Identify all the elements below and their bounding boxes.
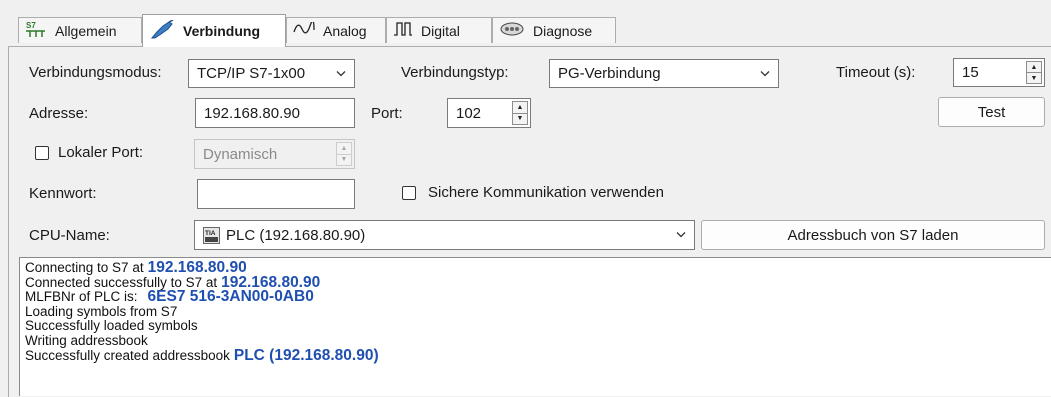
chevron-down-icon [336,70,346,76]
local-port-value: Dynamisch [203,145,278,163]
cpu-name-label: CPU-Name: [29,227,110,244]
tia-portal-icon: TIA [203,226,220,244]
secure-communication-label: Sichere Kommunikation verwenden [428,184,664,201]
diagnose-icon [499,21,525,40]
connection-mode-value: TCP/IP S7-1x00 [197,65,306,82]
spin-down-icon[interactable]: ▼ [513,114,527,125]
cpu-name-select[interactable]: TIA PLC (192.168.80.90) [194,220,695,250]
timeout-spin-buttons[interactable]: ▲ ▼ [1026,61,1042,84]
local-port-spinner[interactable]: Dynamisch ▲ ▼ [194,139,355,169]
secure-communication-checkbox[interactable] [402,186,416,200]
log-line: Connecting to S7 at 192.168.80.90 [25,259,247,276]
connection-type-select[interactable]: PG-Verbindung [549,59,779,88]
local-port-spin-buttons[interactable]: ▲ ▼ [336,142,352,166]
password-label: Kennwort: [29,185,97,202]
test-button[interactable]: Test [938,97,1045,127]
local-port-checkbox[interactable] [35,146,49,160]
tab-digital[interactable]: Digital [386,17,492,43]
chevron-down-icon [676,232,686,238]
port-spinner[interactable]: 102 ▲ ▼ [447,98,531,128]
spin-up-icon[interactable]: ▲ [337,143,351,155]
address-label: Adresse: [29,105,89,122]
port-spin-buttons[interactable]: ▲ ▼ [512,101,528,125]
tab-diagnose[interactable]: Diagnose [492,17,616,43]
connection-mode-label: Verbindungsmodus: [29,64,162,81]
tab-label: Diagnose [533,22,593,39]
analog-wave-icon [293,20,315,39]
timeout-value: 15 [962,64,979,81]
spin-down-icon[interactable]: ▼ [1027,73,1041,83]
log-line: Successfully created addressbook PLC (192… [25,346,379,364]
digital-signal-icon [393,21,413,40]
chevron-down-icon [760,70,770,76]
tab-analog[interactable]: Analog [286,17,386,43]
log-line: MLFBNr of PLC is: 6ES7 516-3AN00-0AB0 [25,288,314,306]
tab-label: Analog [323,22,367,39]
load-addressbook-button[interactable]: Adressbuch von S7 laden [701,220,1045,250]
svg-text:S7: S7 [26,21,36,30]
timeout-label: Timeout (s): [836,64,916,81]
log-line: Writing addressbook [25,332,148,348]
plug-icon [149,18,175,43]
tab-label: Allgemein [55,22,117,39]
password-input[interactable] [197,179,355,209]
address-value: 192.168.80.90 [204,104,300,122]
tab-label: Digital [421,22,460,39]
connection-type-label: Verbindungstyp: [401,64,509,81]
tab-strip: S7 Allgemein Verbindung Analog Digital D… [0,0,1051,47]
svg-text:TIA: TIA [205,230,216,237]
log-line: Loading symbols from S7 [25,303,178,319]
connection-mode-select[interactable]: TCP/IP S7-1x00 [188,59,355,88]
s7-icon: S7 [25,20,47,41]
cpu-name-value: PLC (192.168.80.90) [226,226,366,244]
port-value: 102 [456,104,482,122]
log-line: Successfully loaded symbols [25,318,198,334]
address-input[interactable]: 192.168.80.90 [195,98,355,128]
spin-down-icon[interactable]: ▼ [337,155,351,166]
tab-allgemein[interactable]: S7 Allgemein [18,17,142,43]
log-output[interactable]: Connecting to S7 at 192.168.80.90 Connect… [19,257,1051,396]
timeout-spinner[interactable]: 15 ▲ ▼ [953,58,1045,87]
spin-up-icon[interactable]: ▲ [1027,62,1041,73]
tab-verbindung[interactable]: Verbindung [142,14,286,47]
tab-label: Verbindung [183,23,260,39]
connection-type-value: PG-Verbindung [558,65,661,82]
port-label: Port: [371,105,403,122]
local-port-label: Lokaler Port: [58,144,144,161]
spin-up-icon[interactable]: ▲ [513,102,527,114]
